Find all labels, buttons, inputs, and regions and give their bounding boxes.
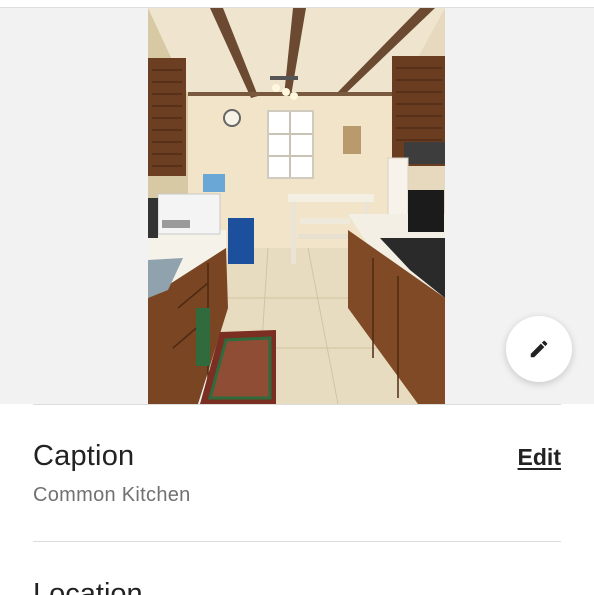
caption-heading: Caption [33, 440, 135, 472]
location-heading: Location [33, 578, 143, 595]
pencil-icon [530, 340, 548, 358]
caption-value: Common Kitchen [33, 484, 191, 506]
kitchen-photo [148, 8, 445, 404]
photo-detail-screen: Caption Edit Common Kitchen Location [0, 0, 594, 595]
photo-divider [33, 404, 561, 405]
edit-photo-button[interactable] [506, 316, 572, 382]
caption-edit-link[interactable]: Edit [518, 444, 561, 471]
caption-divider [33, 541, 561, 542]
